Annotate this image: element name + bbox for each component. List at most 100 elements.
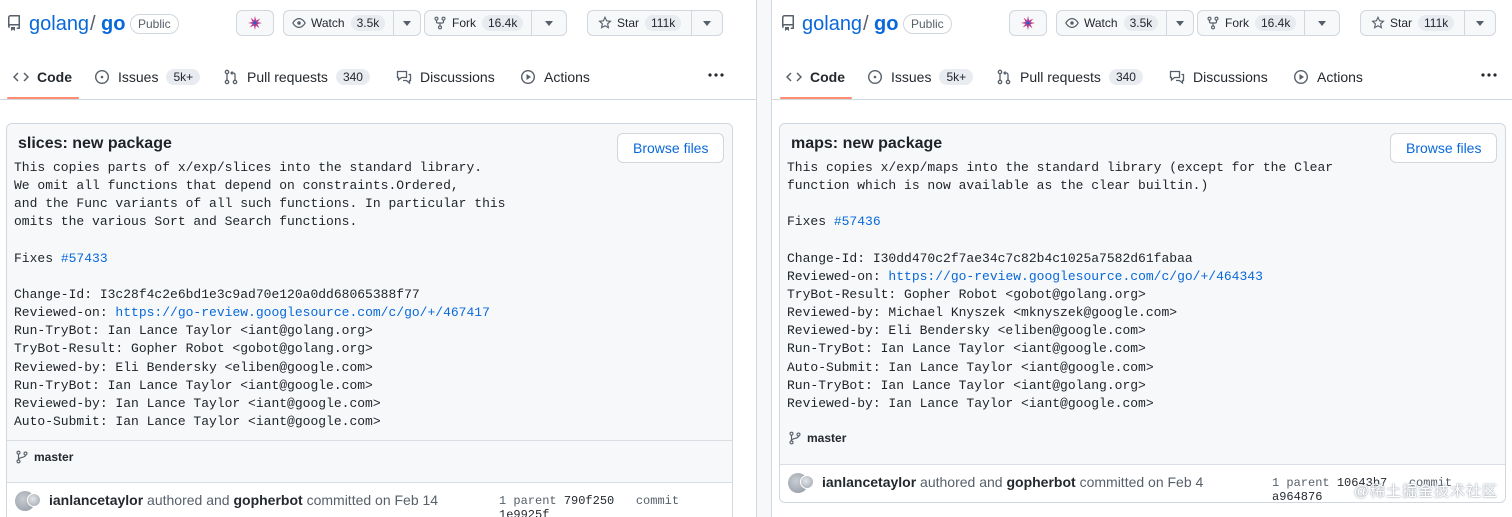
issue-link[interactable]: #57433 xyxy=(61,251,108,266)
fork-main[interactable]: Fork 16.4k xyxy=(425,11,531,35)
fork-dropdown[interactable] xyxy=(1304,11,1339,35)
reviewed-on-label: Reviewed-on: xyxy=(14,305,116,321)
fixes-line: Fixes #57433 xyxy=(14,250,505,268)
code-icon xyxy=(786,72,802,82)
left-pane: golang / go Public Watch 3.5k Fork 16.4k xyxy=(0,0,756,517)
tab-discussions[interactable]: Discussions xyxy=(396,66,495,88)
message-line: We omit all functions that depend on con… xyxy=(14,178,459,194)
tab-code[interactable]: Code xyxy=(786,66,845,88)
branch-link[interactable]: master xyxy=(15,450,73,464)
watch-main[interactable]: Watch 3.5k xyxy=(1057,11,1166,35)
tab-pull-requests-count: 340 xyxy=(1108,69,1143,85)
eye-icon xyxy=(292,18,306,28)
authored-text: authored and xyxy=(920,474,1003,490)
commit-message: This copies x/exp/maps into the standard… xyxy=(787,159,1333,413)
message-line: and the Func variants of all such functi… xyxy=(14,196,506,212)
tab-issues[interactable]: Issues 5k+ xyxy=(94,66,201,88)
message-line xyxy=(787,232,1333,250)
message-line xyxy=(14,268,505,286)
watch-button[interactable]: Watch 3.5k xyxy=(283,10,422,36)
committer-avatar[interactable] xyxy=(800,475,814,489)
tab-issues-label: Issues xyxy=(891,69,932,85)
active-tab-underline xyxy=(780,97,852,99)
browse-files-button[interactable]: Browse files xyxy=(617,133,725,163)
tab-issues-label: Issues xyxy=(118,69,159,85)
fork-dropdown[interactable] xyxy=(531,11,566,35)
fork-count: 16.4k xyxy=(1255,15,1297,31)
review-link[interactable]: https://go-review.googlesource.com/c/go/… xyxy=(888,269,1262,284)
fixes-label: Fixes xyxy=(787,214,834,230)
watch-dropdown[interactable] xyxy=(393,11,420,35)
tab-actions[interactable]: Actions xyxy=(520,66,590,88)
tab-actions[interactable]: Actions xyxy=(1293,66,1363,88)
issue-icon xyxy=(94,69,110,85)
authored-text: authored and xyxy=(147,492,230,508)
code-icon xyxy=(13,72,29,82)
star-button[interactable]: Star 111k xyxy=(1360,10,1497,36)
tab-issues[interactable]: Issues 5k+ xyxy=(867,66,974,88)
star-main[interactable]: Star 111k xyxy=(588,11,691,35)
fork-button[interactable]: Fork 16.4k xyxy=(1197,10,1341,36)
branch-link[interactable]: master xyxy=(788,431,846,445)
committer-link[interactable]: gopherbot xyxy=(233,492,302,508)
message-line: Auto-Submit: Ian Lance Taylor <iant@goog… xyxy=(787,359,1154,375)
repo-icon xyxy=(8,15,20,31)
author-link[interactable]: ianlancetaylor xyxy=(822,474,916,490)
star-button[interactable]: Star 111k xyxy=(587,10,724,36)
browse-files-button[interactable]: Browse files xyxy=(1390,133,1498,163)
tab-pull-requests[interactable]: Pull requests 340 xyxy=(996,66,1143,88)
pull-request-icon xyxy=(997,69,1011,85)
triangle-down-icon xyxy=(545,21,554,26)
fork-button[interactable]: Fork 16.4k xyxy=(424,10,568,36)
message-line: Reviewed-by: Ian Lance Taylor <iant@goog… xyxy=(787,395,1154,411)
fork-count: 16.4k xyxy=(482,15,524,31)
watch-dropdown[interactable] xyxy=(1166,11,1193,35)
star-main[interactable]: Star 111k xyxy=(1361,11,1464,35)
triangle-down-icon xyxy=(1176,21,1185,26)
tab-code-label: Code xyxy=(37,69,72,85)
tab-code[interactable]: Code xyxy=(13,66,72,88)
comment-discussion-icon xyxy=(396,70,412,85)
review-link[interactable]: https://go-review.googlesource.com/c/go/… xyxy=(115,305,489,320)
watch-button[interactable]: Watch 3.5k xyxy=(1056,10,1195,36)
sponsor-button[interactable] xyxy=(236,10,274,36)
tab-actions-label: Actions xyxy=(1317,69,1363,85)
watch-main[interactable]: Watch 3.5k xyxy=(284,11,393,35)
tab-pull-requests-count: 340 xyxy=(335,69,370,85)
commit-label: commit xyxy=(635,494,680,508)
visibility-badge: Public xyxy=(130,14,179,34)
author-line: ianlancetaylor authored and gopherbot co… xyxy=(49,492,438,508)
repo-owner-link[interactable]: golang xyxy=(802,12,862,36)
kebab-horizontal-icon[interactable] xyxy=(1480,72,1498,78)
fork-main[interactable]: Fork 16.4k xyxy=(1198,11,1304,35)
sponsor-button[interactable] xyxy=(1009,10,1047,36)
tab-pull-requests[interactable]: Pull requests 340 xyxy=(223,66,370,88)
author-link[interactable]: ianlancetaylor xyxy=(49,492,143,508)
kebab-horizontal-icon[interactable] xyxy=(707,72,725,78)
tab-discussions[interactable]: Discussions xyxy=(1169,66,1268,88)
repo-header: golang / go Public Watch 3.5k Fork 16.4k xyxy=(0,0,756,48)
message-line xyxy=(787,195,1333,213)
issue-link[interactable]: #57436 xyxy=(834,214,881,229)
repo-owner-link[interactable]: golang xyxy=(29,12,89,36)
commit-sha: a964876 xyxy=(1272,490,1323,503)
branch-name: master xyxy=(34,450,74,464)
star-dropdown[interactable] xyxy=(691,11,722,35)
committer-link[interactable]: gopherbot xyxy=(1006,474,1075,490)
triangle-down-icon xyxy=(1318,21,1327,26)
star-dropdown[interactable] xyxy=(1464,11,1495,35)
split-divider xyxy=(756,0,772,517)
triangle-down-icon xyxy=(403,21,412,26)
reviewed-on-label: Reviewed-on: xyxy=(787,268,889,284)
sparkle-icon xyxy=(1021,16,1035,30)
tab-discussions-label: Discussions xyxy=(420,69,495,85)
repo-name-link[interactable]: go xyxy=(874,12,898,36)
commit-card: maps: new package Browse files This copi… xyxy=(779,123,1506,503)
repo-name-link[interactable]: go xyxy=(101,12,125,36)
right-pane: golang / go Public Watch 3.5k Fork 16.4k xyxy=(772,0,1512,517)
committer-avatar[interactable] xyxy=(27,493,41,507)
comment-discussion-icon xyxy=(1169,70,1185,85)
tab-pull-requests-label: Pull requests xyxy=(247,69,328,85)
branch-name: master xyxy=(807,431,847,445)
parent-sha-link[interactable]: 790f250 xyxy=(564,494,614,508)
